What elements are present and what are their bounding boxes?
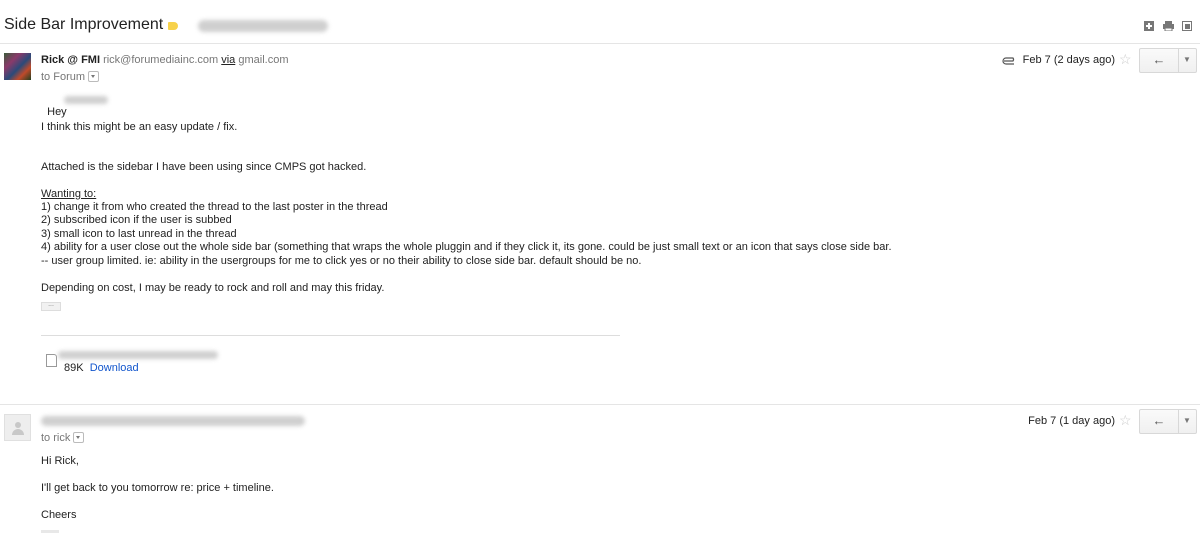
recipient-label: to Forum (41, 71, 86, 83)
reply-icon: ← (1152, 413, 1166, 428)
file-icon (46, 354, 57, 367)
body-signoff: Cheers (41, 509, 77, 521)
default-avatar-icon[interactable] (4, 414, 31, 441)
sender-email: rick@forumediainc.com (103, 54, 219, 66)
sender-avatar[interactable] (4, 53, 31, 80)
via-domain: gmail.com (238, 54, 289, 66)
download-link[interactable]: Download (90, 362, 139, 374)
show-trimmed-content-button[interactable]: ... (41, 301, 61, 311)
thread-subject: Side Bar Improvement (4, 16, 164, 33)
message-date[interactable]: Feb 7 (1 day ago) (1010, 415, 1115, 427)
reply-button-group: ← ▼ (1139, 48, 1197, 73)
body-closing: Depending on cost, I may be ready to roc… (41, 282, 385, 294)
attachment-meta: 89K Download (64, 362, 139, 374)
list-item-2: 2) subscribed icon if the user is subbed (41, 214, 232, 226)
reply-icon: ← (1152, 52, 1166, 67)
reply-button-group: ← ▼ (1139, 409, 1197, 434)
body-greeting: Hey (41, 94, 67, 118)
list-item-1: 1) change it from who created the thread… (41, 201, 388, 213)
more-options-button[interactable]: ▼ (1178, 49, 1196, 72)
sender-name[interactable]: Rick @ FMI (41, 54, 100, 66)
recipient-line[interactable]: to rick (41, 431, 85, 444)
list-item-5: -- user group limited. ie: ability in th… (41, 255, 642, 267)
message-divider (0, 404, 1200, 405)
expand-all-icon[interactable] (1144, 21, 1154, 31)
body-greeting: Hi Rick, (41, 455, 79, 467)
reply-button[interactable]: ← (1140, 49, 1179, 72)
header-divider (0, 43, 1200, 44)
recipient-label: to rick (41, 432, 71, 444)
body-line-1: I think this might be an easy update / f… (41, 121, 238, 133)
redacted-filename (58, 351, 218, 359)
wanting-heading: Wanting to: (41, 188, 97, 200)
via-link[interactable]: via (221, 54, 235, 66)
reply-button[interactable]: ← (1140, 410, 1179, 433)
attachment-divider (41, 335, 620, 336)
list-item-3: 3) small icon to last unread in the thre… (41, 228, 237, 240)
paperclip-icon (1002, 56, 1017, 68)
greeting-text: Hey (47, 106, 67, 118)
redacted-name (64, 96, 108, 104)
star-icon[interactable]: ☆ (1119, 51, 1132, 68)
print-icon[interactable] (1163, 21, 1174, 32)
label-tag-icon[interactable] (168, 22, 178, 30)
chevron-down-icon: ▼ (1183, 55, 1191, 64)
new-window-icon[interactable] (1182, 21, 1192, 31)
chevron-down-icon[interactable] (88, 70, 100, 82)
message-date[interactable]: Feb 7 (2 days ago) (1020, 54, 1115, 66)
message-sender-line: Rick @ FMI rick@forumediainc.com via gma… (41, 54, 288, 66)
redacted-sender (41, 416, 305, 426)
star-icon[interactable]: ☆ (1119, 412, 1132, 429)
redacted-label (198, 20, 328, 32)
body-line-2: Attached is the sidebar I have been usin… (41, 161, 367, 173)
body-line-1: I'll get back to you tomorrow re: price … (41, 482, 274, 494)
attachment-size: 89K (64, 362, 84, 374)
chevron-down-icon[interactable] (73, 431, 85, 443)
more-options-button[interactable]: ▼ (1178, 410, 1196, 433)
list-item-4: 4) ability for a user close out the whol… (41, 241, 892, 253)
chevron-down-icon: ▼ (1183, 416, 1191, 425)
recipient-line[interactable]: to Forum (41, 70, 100, 83)
